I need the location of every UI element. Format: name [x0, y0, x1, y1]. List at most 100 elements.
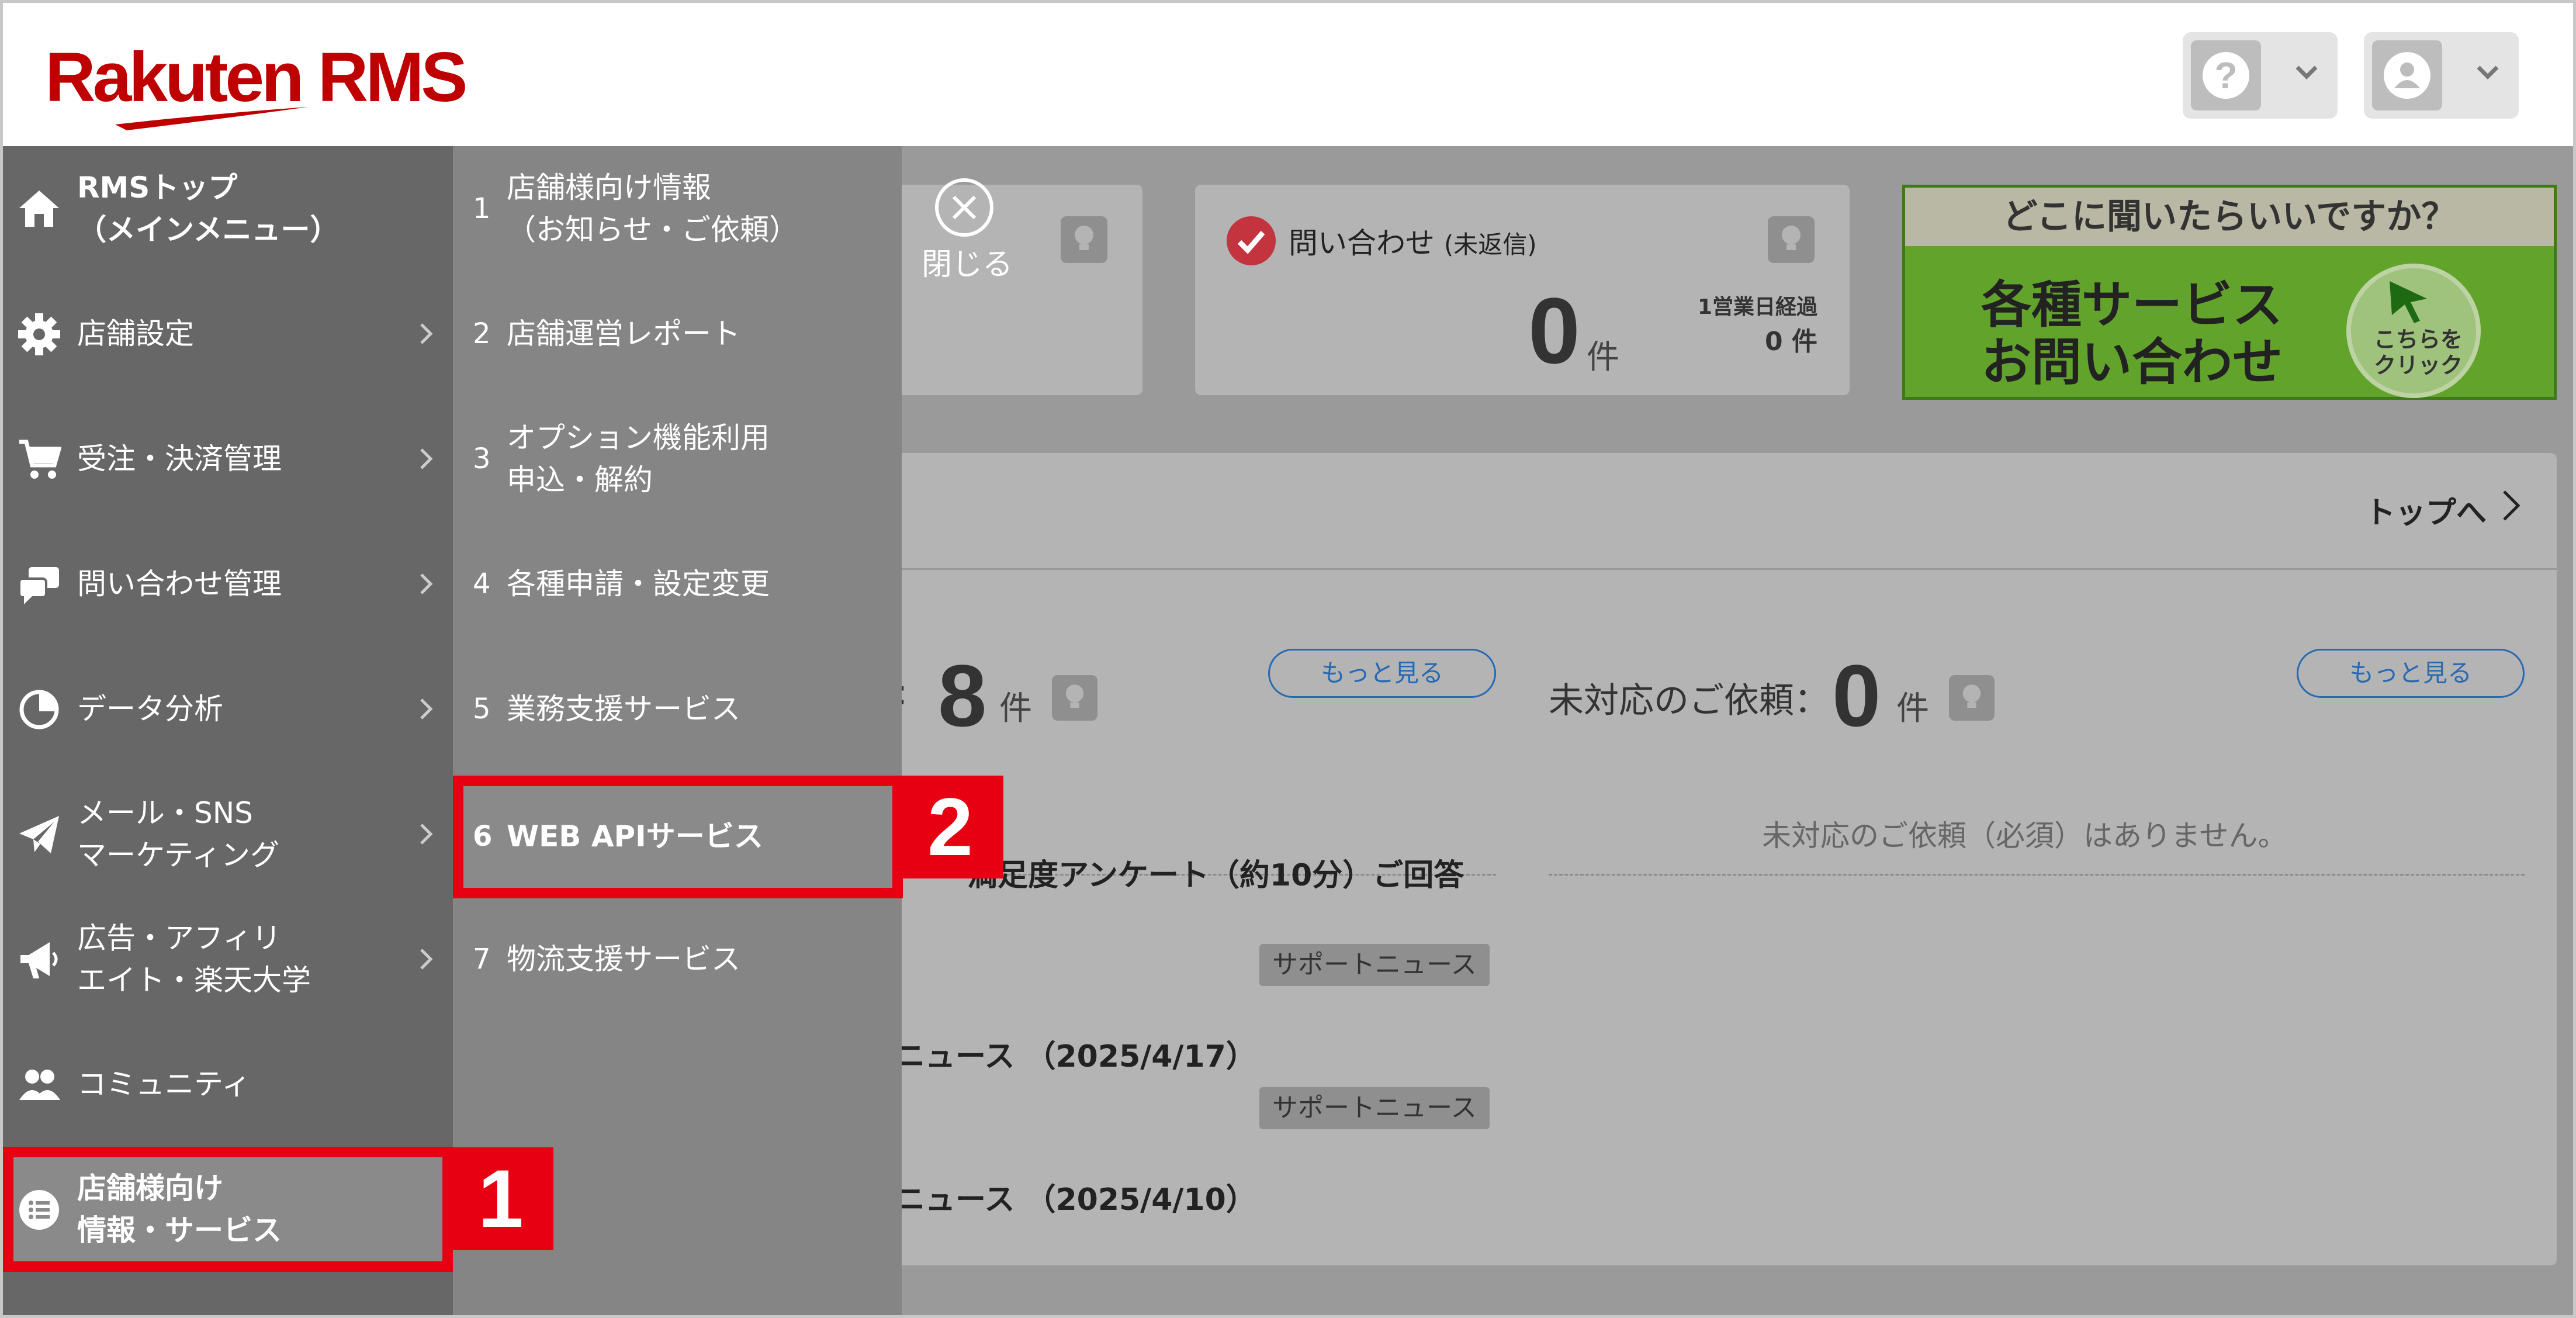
submenu-item-web-api[interactable]: 6 WEB APIサービス [453, 776, 903, 898]
help-icon-box: ? [2191, 40, 2261, 110]
sidebar-item-label: マーケティング [77, 838, 279, 872]
submenu-item-number: 5 [473, 693, 491, 725]
lightbulb-icon[interactable] [1949, 675, 1995, 721]
chevron-right-icon [420, 824, 433, 845]
banner-click-button[interactable]: こちらを クリック [2346, 264, 2481, 398]
submenu-item-label: 業務支援サービス [507, 692, 740, 726]
user-icon [2384, 52, 2430, 99]
sidebar-item-store-info-services[interactable]: 店舗様向け 情報・サービス [3, 1147, 453, 1272]
rakuten-rms-logo[interactable]: Rakuten RMS [45, 37, 468, 130]
chevron-right-icon [420, 448, 433, 469]
sidebar-item-label: データ分析 [77, 692, 223, 726]
submenu-item-number: 1 [473, 192, 491, 225]
logo-text: Rakuten RMS [45, 38, 468, 116]
submenu-item-options[interactable]: 3 オプション機能利用 申込・解約 [453, 396, 902, 521]
submenu-item-label: 物流支援サービス [507, 942, 740, 976]
sidebar-item-label: 受注・決済管理 [77, 442, 282, 476]
main-menu-sidebar: RMSトップ （メインメニュー） 店舗設定 受注・決済管理 問い合わせ管理 デー… [3, 146, 453, 1315]
news-item-0417[interactable]: ニュース （2025/4/17） [895, 1032, 1256, 1075]
banner-click-line-2: クリック [2373, 352, 2463, 378]
store-info-submenu: 1 店舗様向け情報 （お知らせ・ご依頼） 2 店舗運営レポート 3 オプション機… [453, 146, 903, 1315]
sidebar-item-label: 店舗様向け [77, 1171, 223, 1205]
inquiry-sub-label: 1営業日経過 [1698, 295, 1818, 319]
close-menu-button[interactable]: 閉じる [897, 175, 1037, 292]
submenu-item-number: 3 [473, 442, 491, 475]
sidebar-item-label: コミュニティ [77, 1067, 251, 1101]
step-1-badge: 1 [448, 1147, 553, 1250]
inquiry-title-note: (未返信) [1443, 230, 1537, 259]
sidebar-item-analytics[interactable]: データ分析 [3, 646, 453, 772]
user-menu-button[interactable] [2364, 32, 2519, 119]
submenu-item-label: 店舗様向け情報 [507, 171, 711, 205]
pending-more-button[interactable]: もっと見る [2297, 649, 2525, 698]
sidebar-item-label: メール・SNS [77, 796, 253, 830]
lightbulb-icon[interactable] [1061, 216, 1107, 263]
sidebar-item-label: エイト・楽天大学 [77, 963, 311, 997]
logo-swoosh-icon [115, 107, 308, 130]
submenu-item-number: 7 [473, 943, 491, 975]
lightbulb-icon[interactable] [1768, 216, 1815, 263]
sidebar-item-orders[interactable]: 受注・決済管理 [3, 396, 453, 521]
user-icon-box [2372, 40, 2442, 110]
notices-panel: トップへ : 8 件 もっと見る 未対応のご依頼： 0 件 もっと見る 未対応の… [880, 453, 2557, 1265]
list-icon [19, 1190, 59, 1230]
banner-click-line-1: こちらを [2373, 327, 2463, 352]
submenu-item-label: （お知らせ・ご依頼） [507, 213, 798, 247]
header: Rakuten RMS ? [3, 3, 2573, 146]
to-top-link[interactable]: トップへ [2365, 488, 2487, 532]
divider [1549, 874, 2525, 876]
lightbulb-icon[interactable] [1052, 675, 1097, 721]
submenu-item-label: WEB APIサービス [507, 819, 763, 853]
news-item-survey[interactable]: 満足度アンケート（約10分）ご回答 [967, 850, 1464, 894]
pending-count: 0 [1832, 646, 1881, 745]
pie-chart-icon [19, 690, 59, 729]
submenu-item-number: 6 [473, 820, 493, 853]
megaphone-icon [20, 942, 58, 978]
sidebar-item-label: 広告・アフィリ [77, 921, 281, 955]
sidebar-item-label: RMSトップ [77, 171, 238, 205]
panel-header: トップへ [880, 453, 2557, 570]
submenu-item-store-report[interactable]: 2 店舗運営レポート [453, 271, 902, 396]
pending-requests-label: 未対応のご依頼： [1549, 680, 1829, 721]
inquiry-title-text: 問い合わせ [1289, 226, 1435, 260]
chevron-down-icon [2295, 65, 2318, 79]
chevron-down-icon [2477, 65, 2499, 79]
submenu-item-applications[interactable]: 4 各種申請・設定変更 [453, 521, 902, 646]
support-news-tag: サポートニュース [1259, 1087, 1490, 1129]
inquiry-card[interactable]: 問い合わせ (未返信) 0 件 1営業日経過 0 件 [1195, 185, 1850, 395]
submenu-item-number: 2 [473, 317, 491, 350]
no-pending-message: 未対応のご依頼（必須）はありません。 [1762, 819, 2287, 853]
submenu-item-label: 店舗運営レポート [507, 317, 740, 351]
cart-icon [19, 440, 61, 479]
inquiry-title: 問い合わせ (未返信) [1289, 220, 1537, 262]
notice-count-unit: 件 [999, 690, 1032, 728]
banner-question: どこに聞いたらいいですか？ [1905, 188, 2554, 246]
check-icon [1227, 216, 1276, 265]
sidebar-item-rms-top[interactable]: RMSトップ （メインメニュー） [3, 146, 453, 271]
notices-more-button[interactable]: もっと見る [1268, 649, 1496, 698]
submenu-item-business-support[interactable]: 5 業務支援サービス [453, 646, 902, 772]
submenu-item-logistics[interactable]: 7 物流支援サービス [453, 897, 902, 1022]
news-item-0410[interactable]: ニュース （2025/4/10） [895, 1175, 1256, 1219]
submenu-item-store-info[interactable]: 1 店舗様向け情報 （お知らせ・ご依頼） [453, 146, 902, 271]
help-menu-button[interactable]: ? [2183, 32, 2338, 119]
support-news-tag: サポートニュース [1259, 944, 1490, 986]
pending-count-unit: 件 [1896, 690, 1929, 728]
sidebar-item-inquiries[interactable]: 問い合わせ管理 [3, 521, 453, 646]
close-icon [935, 178, 993, 237]
inquiry-unit: 件 [1587, 338, 1619, 376]
chevron-right-icon [2503, 490, 2520, 521]
sidebar-item-advertising[interactable]: 広告・アフィリ エイト・楽天大学 [3, 897, 453, 1022]
sidebar-item-label: （メインメニュー） [77, 213, 340, 247]
sidebar-item-store-settings[interactable]: 店舗設定 [3, 271, 453, 396]
sidebar-item-mail-sns[interactable]: メール・SNS マーケティング [3, 772, 453, 897]
sidebar-item-community[interactable]: コミュニティ [3, 1022, 453, 1147]
paper-plane-icon [19, 816, 59, 853]
chevron-right-icon [420, 949, 433, 970]
service-inquiry-banner[interactable]: どこに聞いたらいいですか？ 各種サービス お問い合わせ こちらを クリック [1902, 185, 2557, 400]
chevron-right-icon [420, 323, 433, 344]
inquiry-count: 0 [1528, 278, 1580, 383]
banner-click-text: こちらを クリック [2363, 327, 2474, 378]
chat-icon [18, 567, 59, 604]
inquiry-sub-value: 0 件 [1765, 327, 1817, 357]
